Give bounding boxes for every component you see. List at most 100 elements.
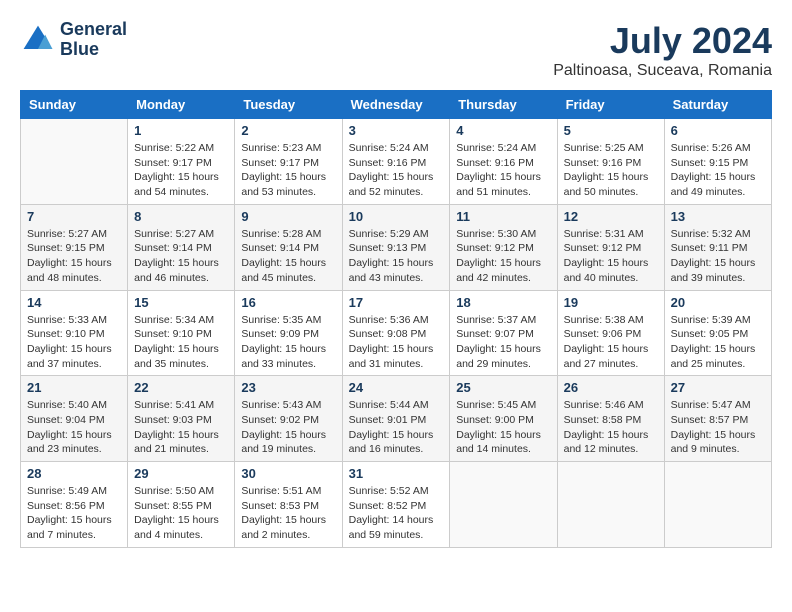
day-info: Sunrise: 5:31 AM Sunset: 9:12 PM Dayligh… xyxy=(564,227,658,286)
day-info: Sunrise: 5:27 AM Sunset: 9:14 PM Dayligh… xyxy=(134,227,228,286)
day-number: 31 xyxy=(349,466,444,481)
day-info: Sunrise: 5:23 AM Sunset: 9:17 PM Dayligh… xyxy=(241,141,335,200)
day-cell: 16 Sunrise: 5:35 AM Sunset: 9:09 PM Dayli… xyxy=(235,290,342,376)
day-number: 16 xyxy=(241,295,335,310)
day-info: Sunrise: 5:47 AM Sunset: 8:57 PM Dayligh… xyxy=(671,398,765,457)
day-cell xyxy=(21,119,128,205)
day-info: Sunrise: 5:24 AM Sunset: 9:16 PM Dayligh… xyxy=(456,141,550,200)
day-cell: 4 Sunrise: 5:24 AM Sunset: 9:16 PM Daylig… xyxy=(450,119,557,205)
day-info: Sunrise: 5:51 AM Sunset: 8:53 PM Dayligh… xyxy=(241,484,335,543)
day-cell: 29 Sunrise: 5:50 AM Sunset: 8:55 PM Dayli… xyxy=(128,462,235,548)
day-number: 24 xyxy=(349,380,444,395)
page-header: General Blue July 2024 Paltinoasa, Sucea… xyxy=(20,20,772,80)
day-cell: 18 Sunrise: 5:37 AM Sunset: 9:07 PM Dayli… xyxy=(450,290,557,376)
day-number: 17 xyxy=(349,295,444,310)
day-info: Sunrise: 5:43 AM Sunset: 9:02 PM Dayligh… xyxy=(241,398,335,457)
calendar-table: SundayMondayTuesdayWednesdayThursdayFrid… xyxy=(20,90,772,548)
location: Paltinoasa, Suceava, Romania xyxy=(553,62,772,80)
day-cell: 14Sunrise: 5:33 AM Sunset: 9:10 PM Dayli… xyxy=(21,290,128,376)
day-number: 6 xyxy=(671,123,765,138)
column-header-sunday: Sunday xyxy=(21,91,128,119)
day-cell: 11 Sunrise: 5:30 AM Sunset: 9:12 PM Dayli… xyxy=(450,204,557,290)
day-number: 26 xyxy=(564,380,658,395)
day-cell: 31 Sunrise: 5:52 AM Sunset: 8:52 PM Dayli… xyxy=(342,462,450,548)
day-cell: 28 Sunrise: 5:49 AM Sunset: 8:56 PM Dayli… xyxy=(21,462,128,548)
day-info: Sunrise: 5:27 AM Sunset: 9:15 PM Dayligh… xyxy=(27,227,121,286)
day-info: Sunrise: 5:36 AM Sunset: 9:08 PM Dayligh… xyxy=(349,313,444,372)
day-info: Sunrise: 5:29 AM Sunset: 9:13 PM Dayligh… xyxy=(349,227,444,286)
day-info: Sunrise: 5:24 AM Sunset: 9:16 PM Dayligh… xyxy=(349,141,444,200)
day-cell: 15 Sunrise: 5:34 AM Sunset: 9:10 PM Dayli… xyxy=(128,290,235,376)
day-cell: 21Sunrise: 5:40 AM Sunset: 9:04 PM Dayli… xyxy=(21,376,128,462)
column-header-thursday: Thursday xyxy=(450,91,557,119)
column-header-monday: Monday xyxy=(128,91,235,119)
column-header-tuesday: Tuesday xyxy=(235,91,342,119)
day-cell: 7 Sunrise: 5:27 AM Sunset: 9:15 PM Daylig… xyxy=(21,204,128,290)
day-number: 9 xyxy=(241,209,335,224)
day-cell: 22Sunrise: 5:41 AM Sunset: 9:03 PM Dayli… xyxy=(128,376,235,462)
day-cell: 1 Sunrise: 5:22 AM Sunset: 9:17 PM Daylig… xyxy=(128,119,235,205)
day-cell: 26Sunrise: 5:46 AM Sunset: 8:58 PM Dayli… xyxy=(557,376,664,462)
day-number: 12 xyxy=(564,209,658,224)
logo-text: General Blue xyxy=(60,20,127,60)
day-number: 25 xyxy=(456,380,550,395)
day-cell: 3 Sunrise: 5:24 AM Sunset: 9:16 PM Daylig… xyxy=(342,119,450,205)
week-row-5: 28 Sunrise: 5:49 AM Sunset: 8:56 PM Dayli… xyxy=(21,462,772,548)
day-number: 28 xyxy=(27,466,121,481)
day-cell: 19 Sunrise: 5:38 AM Sunset: 9:06 PM Dayli… xyxy=(557,290,664,376)
week-row-1: 1 Sunrise: 5:22 AM Sunset: 9:17 PM Daylig… xyxy=(21,119,772,205)
day-info: Sunrise: 5:22 AM Sunset: 9:17 PM Dayligh… xyxy=(134,141,228,200)
day-number: 4 xyxy=(456,123,550,138)
day-number: 1 xyxy=(134,123,228,138)
day-number: 2 xyxy=(241,123,335,138)
day-number: 23 xyxy=(241,380,335,395)
day-number: 3 xyxy=(349,123,444,138)
day-cell: 30 Sunrise: 5:51 AM Sunset: 8:53 PM Dayli… xyxy=(235,462,342,548)
day-number: 7 xyxy=(27,209,121,224)
day-cell: 2 Sunrise: 5:23 AM Sunset: 9:17 PM Daylig… xyxy=(235,119,342,205)
day-cell: 25 Sunrise: 5:45 AM Sunset: 9:00 PM Dayli… xyxy=(450,376,557,462)
day-info: Sunrise: 5:44 AM Sunset: 9:01 PM Dayligh… xyxy=(349,398,444,457)
month-title: July 2024 xyxy=(553,20,772,62)
logo: General Blue xyxy=(20,20,127,60)
day-number: 18 xyxy=(456,295,550,310)
day-info: Sunrise: 5:25 AM Sunset: 9:16 PM Dayligh… xyxy=(564,141,658,200)
day-number: 5 xyxy=(564,123,658,138)
day-info: Sunrise: 5:39 AM Sunset: 9:05 PM Dayligh… xyxy=(671,313,765,372)
day-info: Sunrise: 5:30 AM Sunset: 9:12 PM Dayligh… xyxy=(456,227,550,286)
day-cell: 17 Sunrise: 5:36 AM Sunset: 9:08 PM Dayli… xyxy=(342,290,450,376)
day-info: Sunrise: 5:26 AM Sunset: 9:15 PM Dayligh… xyxy=(671,141,765,200)
day-number: 13 xyxy=(671,209,765,224)
calendar-header-row: SundayMondayTuesdayWednesdayThursdayFrid… xyxy=(21,91,772,119)
day-cell: 24 Sunrise: 5:44 AM Sunset: 9:01 PM Dayli… xyxy=(342,376,450,462)
day-number: 20 xyxy=(671,295,765,310)
day-number: 15 xyxy=(134,295,228,310)
day-info: Sunrise: 5:50 AM Sunset: 8:55 PM Dayligh… xyxy=(134,484,228,543)
day-info: Sunrise: 5:35 AM Sunset: 9:09 PM Dayligh… xyxy=(241,313,335,372)
day-info: Sunrise: 5:45 AM Sunset: 9:00 PM Dayligh… xyxy=(456,398,550,457)
day-number: 30 xyxy=(241,466,335,481)
week-row-4: 21Sunrise: 5:40 AM Sunset: 9:04 PM Dayli… xyxy=(21,376,772,462)
logo-icon xyxy=(20,22,56,58)
day-number: 29 xyxy=(134,466,228,481)
column-header-wednesday: Wednesday xyxy=(342,91,450,119)
day-cell xyxy=(450,462,557,548)
day-info: Sunrise: 5:34 AM Sunset: 9:10 PM Dayligh… xyxy=(134,313,228,372)
day-cell: 12 Sunrise: 5:31 AM Sunset: 9:12 PM Dayli… xyxy=(557,204,664,290)
day-number: 10 xyxy=(349,209,444,224)
day-number: 19 xyxy=(564,295,658,310)
day-number: 22 xyxy=(134,380,228,395)
day-info: Sunrise: 5:38 AM Sunset: 9:06 PM Dayligh… xyxy=(564,313,658,372)
day-cell: 8Sunrise: 5:27 AM Sunset: 9:14 PM Daylig… xyxy=(128,204,235,290)
day-info: Sunrise: 5:52 AM Sunset: 8:52 PM Dayligh… xyxy=(349,484,444,543)
day-cell xyxy=(557,462,664,548)
title-block: July 2024 Paltinoasa, Suceava, Romania xyxy=(553,20,772,80)
day-number: 11 xyxy=(456,209,550,224)
day-info: Sunrise: 5:49 AM Sunset: 8:56 PM Dayligh… xyxy=(27,484,121,543)
day-number: 21 xyxy=(27,380,121,395)
day-cell: 20 Sunrise: 5:39 AM Sunset: 9:05 PM Dayli… xyxy=(664,290,771,376)
day-info: Sunrise: 5:37 AM Sunset: 9:07 PM Dayligh… xyxy=(456,313,550,372)
day-cell xyxy=(664,462,771,548)
day-cell: 13Sunrise: 5:32 AM Sunset: 9:11 PM Dayli… xyxy=(664,204,771,290)
day-cell: 5 Sunrise: 5:25 AM Sunset: 9:16 PM Daylig… xyxy=(557,119,664,205)
